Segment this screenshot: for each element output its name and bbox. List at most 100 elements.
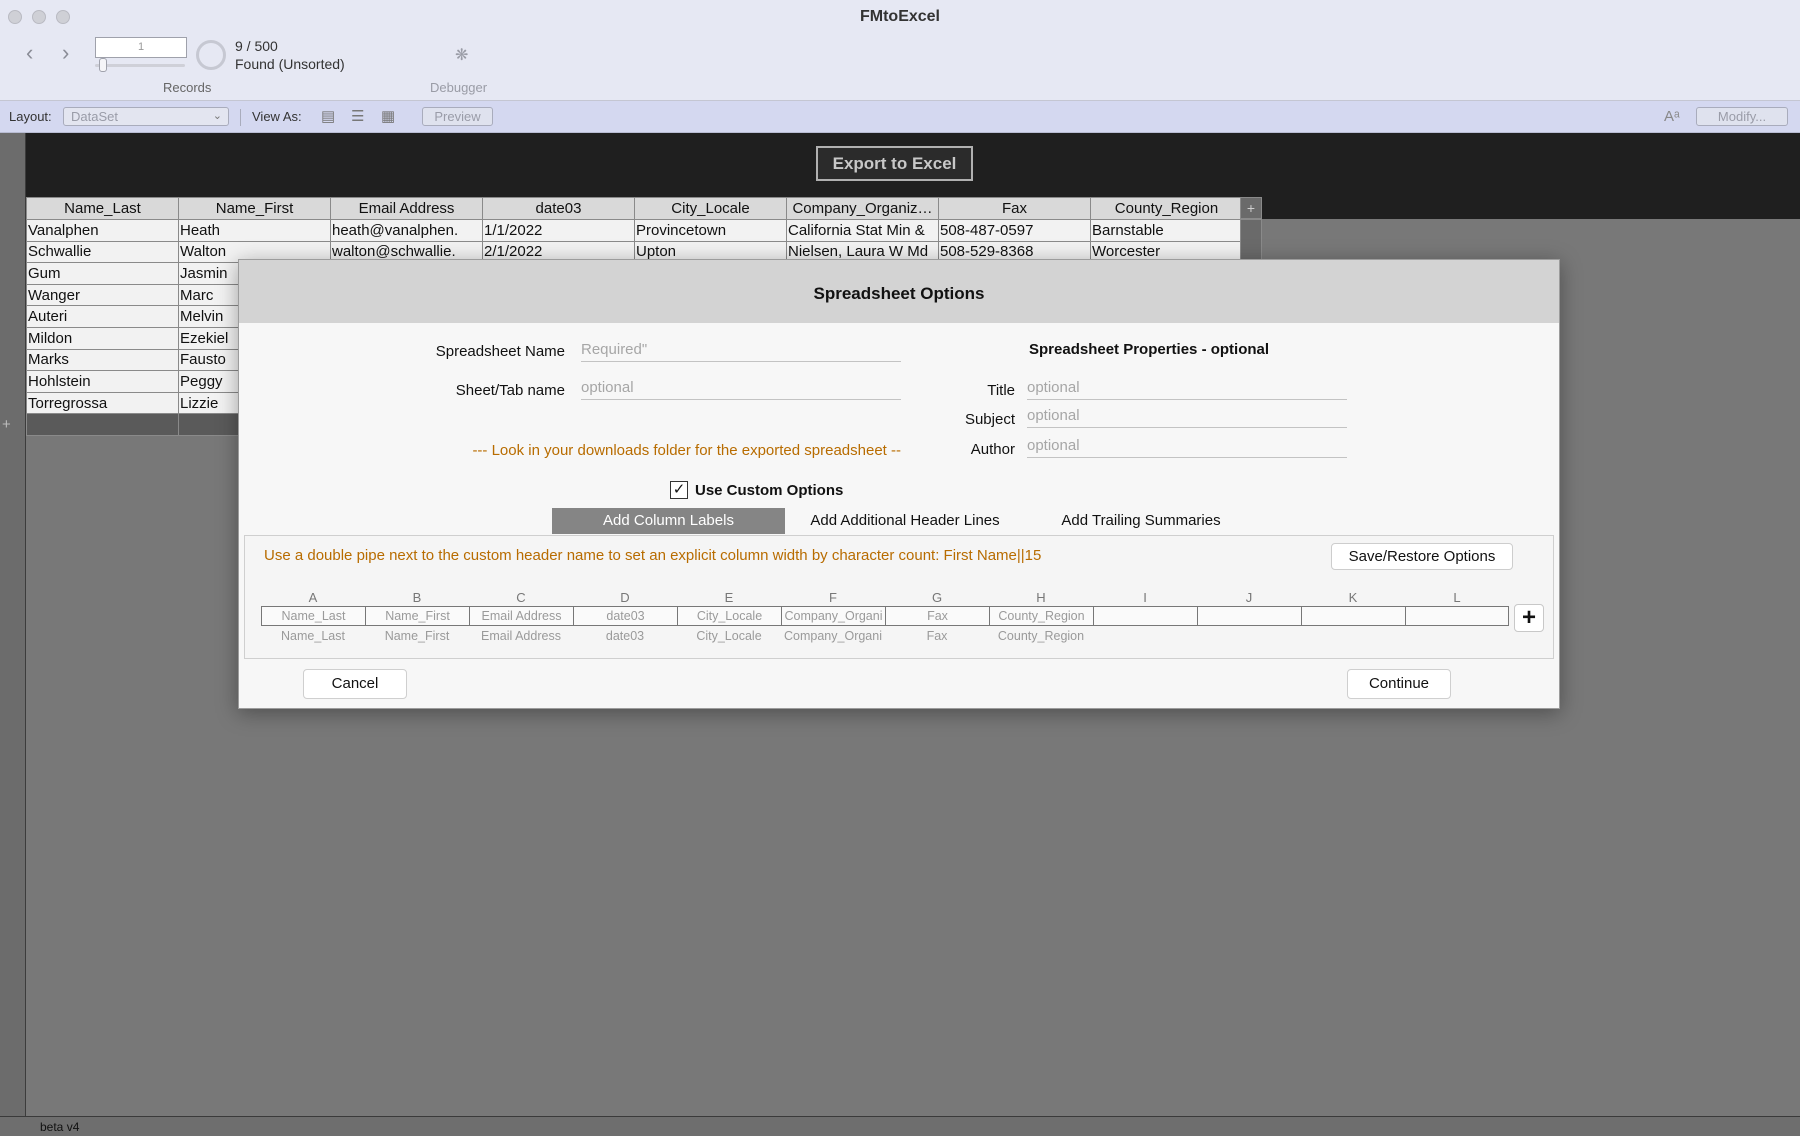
current-record-input[interactable]: 1 — [95, 37, 187, 58]
preview-button[interactable]: Preview — [422, 107, 493, 126]
tab-add-trailing-summaries[interactable]: Add Trailing Summaries — [1025, 508, 1257, 534]
table-cell[interactable]: heath@vanalphen. — [330, 219, 483, 242]
export-to-excel-button[interactable]: Export to Excel — [816, 146, 973, 181]
original-field-name: Name_First — [384, 629, 450, 643]
tab-add-additional-header-lines[interactable]: Add Additional Header Lines — [789, 508, 1021, 534]
table-header-row: Name_Last Name_First Email Address date03 Ci… — [26, 197, 1243, 220]
table-view-icon[interactable]: ▦ — [381, 109, 395, 124]
column-header[interactable]: Fax — [938, 197, 1091, 220]
custom-column-label-input[interactable] — [1405, 606, 1509, 626]
subject-input[interactable] — [1027, 404, 1347, 428]
custom-column-label-input[interactable]: Name_Last — [261, 606, 365, 626]
custom-column-label-input[interactable]: Company_Organi — [781, 606, 885, 626]
column-letter: I — [1143, 590, 1147, 605]
table-cell[interactable]: Wanger — [26, 283, 179, 307]
table-cell[interactable]: Heath — [178, 219, 331, 242]
spreadsheet-name-input[interactable] — [581, 338, 901, 362]
table-row[interactable]: Vanalphen Heath heath@vanalphen. 1/1/2022 Pr… — [26, 219, 1243, 242]
plus-icon[interactable]: + — [1514, 604, 1544, 632]
original-field-name: Company_Organi — [784, 629, 882, 643]
tab-add-column-labels[interactable]: Add Column Labels — [552, 508, 785, 534]
custom-column-label-input[interactable] — [1301, 606, 1405, 626]
title-label: Title — [987, 382, 1015, 399]
original-field-name: City_Locale — [696, 629, 762, 643]
column-letter: D — [620, 590, 630, 605]
column-header[interactable]: Company_Organiz… — [786, 197, 939, 220]
custom-column-label-input[interactable]: Fax — [885, 606, 989, 626]
window-title: FMtoExcel — [859, 8, 940, 25]
table-cell[interactable]: 1/1/2022 — [482, 219, 635, 242]
table-cell[interactable]: Gum — [26, 262, 179, 285]
column-letter: F — [829, 590, 837, 605]
column-letter: A — [308, 590, 318, 605]
custom-column-label-input[interactable]: Name_First — [365, 606, 469, 626]
bug-icon[interactable]: ❋ — [455, 45, 468, 65]
layout-select[interactable]: DataSet ⌄ — [63, 107, 229, 126]
column-labels-panel: Use a double pipe next to the custom hea… — [244, 535, 1554, 659]
column-letter: B — [412, 590, 422, 605]
original-field-name: Email Address — [481, 629, 561, 643]
table-cell[interactable]: Vanalphen — [26, 219, 179, 242]
add-record-icon[interactable]: + — [2, 416, 11, 433]
title-input[interactable] — [1027, 376, 1347, 400]
custom-column-label-input[interactable]: date03 — [573, 606, 677, 626]
sheet-tab-name-label: Sheet/Tab name — [455, 382, 565, 399]
table-cell[interactable]: Hohlstein — [26, 370, 179, 393]
chevron-right-icon[interactable]: › — [62, 42, 69, 64]
continue-button[interactable]: Continue — [1347, 669, 1451, 699]
column-letter: E — [724, 590, 734, 605]
table-cell[interactable]: Barnstable — [1090, 219, 1243, 242]
dialog-header: Spreadsheet Options — [239, 260, 1559, 323]
chevron-down-icon: ⌄ — [212, 110, 222, 122]
save-restore-options-button[interactable]: Save/Restore Options — [1331, 543, 1513, 570]
list-view-icon[interactable]: ☰ — [351, 109, 364, 124]
record-slider[interactable] — [95, 64, 185, 67]
column-header[interactable]: date03 — [482, 197, 635, 220]
table-cell[interactable]: California Stat Min & — [786, 219, 939, 242]
found-state: Found (Unsorted) — [235, 56, 345, 72]
cancel-button[interactable]: Cancel — [303, 669, 407, 699]
table-cell[interactable]: Torregrossa — [26, 391, 179, 415]
custom-column-label-input[interactable] — [1093, 606, 1197, 626]
custom-column-label-input[interactable]: City_Locale — [677, 606, 781, 626]
layout-label: Layout: — [9, 109, 52, 124]
table-cell[interactable]: 508-487-0597 — [938, 219, 1091, 242]
table-cell[interactable]: Provincetown — [634, 219, 787, 242]
column-header[interactable]: County_Region — [1090, 197, 1243, 220]
use-custom-options-checkbox[interactable]: ✓ — [670, 481, 688, 499]
dialog-title: Spreadsheet Options — [813, 284, 985, 303]
table-side-strip — [1240, 219, 1262, 262]
column-letter: H — [1036, 590, 1046, 605]
status-bar: beta v4 — [0, 1116, 1800, 1136]
author-input[interactable] — [1027, 434, 1347, 458]
font-size-icon[interactable]: Aᵃ — [1664, 108, 1680, 125]
custom-column-label-input[interactable]: Email Address — [469, 606, 573, 626]
chevron-left-icon[interactable]: ‹ — [26, 42, 33, 64]
record-slider-handle[interactable] — [99, 58, 107, 72]
table-cell[interactable]: Schwallie — [26, 240, 179, 264]
view-as-label: View As: — [252, 109, 302, 124]
column-header[interactable]: Name_First — [178, 197, 331, 220]
column-header[interactable]: Email Address — [330, 197, 483, 220]
version-label: beta v4 — [40, 1120, 80, 1134]
column-letter: C — [516, 590, 526, 605]
debugger-label: Debugger — [430, 80, 488, 95]
column-width-hint: Use a double pipe next to the custom hea… — [264, 547, 1042, 564]
modify-button[interactable]: Modify... — [1696, 107, 1788, 126]
window-titlebar: FMtoExcel ‹ › 1 9 / 500 Found (Unsorted)… — [0, 0, 1800, 101]
original-field-name: Fax — [926, 629, 948, 643]
table-cell[interactable]: Auteri — [26, 305, 179, 328]
downloads-note: --- Look in your downloads folder for th… — [472, 442, 901, 459]
add-column-icon[interactable]: + — [1240, 197, 1262, 219]
layout-bar: Layout: DataSet ⌄ View As: ▤ ☰ ▦ Preview… — [0, 101, 1800, 133]
custom-column-label-input[interactable] — [1197, 606, 1301, 626]
column-header[interactable]: Name_Last — [26, 197, 179, 220]
toolbar-divider — [240, 109, 241, 126]
found-count: 9 / 500 — [235, 38, 278, 54]
column-header[interactable]: City_Locale — [634, 197, 787, 220]
form-view-icon[interactable]: ▤ — [321, 109, 335, 124]
table-cell[interactable]: Marks — [26, 348, 179, 372]
table-cell[interactable]: Mildon — [26, 326, 179, 350]
custom-column-label-input[interactable]: County_Region — [989, 606, 1093, 626]
layout-select-value: DataSet — [71, 109, 118, 124]
